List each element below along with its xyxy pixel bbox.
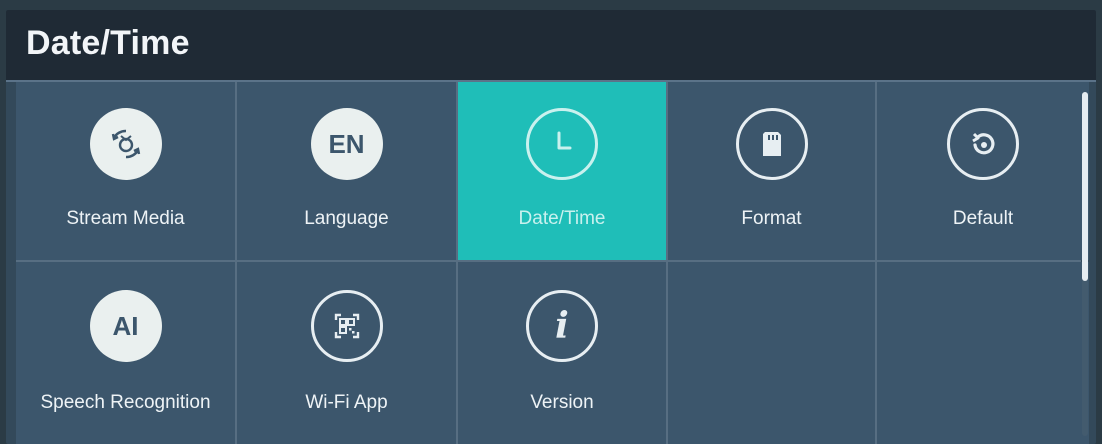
settings-screen: Date/Time Stream Media EN Language Date/… <box>6 10 1096 444</box>
menu-item-label: Wi-Fi App <box>305 392 388 413</box>
info-icon: i <box>526 290 598 362</box>
sd-card-icon <box>735 108 808 180</box>
clock-icon <box>526 108 598 180</box>
menu-item-language[interactable]: EN Language <box>237 82 456 260</box>
settings-grid: Stream Media EN Language Date/Time Forma… <box>16 82 1089 444</box>
menu-item-label: Date/Time <box>518 208 606 229</box>
menu-item-format[interactable]: Format <box>668 82 875 260</box>
menu-item-label: Version <box>530 392 594 413</box>
menu-item-default[interactable]: Default <box>877 82 1089 260</box>
menu-item-wifi-app[interactable]: Wi-Fi App <box>237 262 456 444</box>
menu-item-label: Speech Recognition <box>40 392 211 413</box>
page-title: Date/Time <box>26 24 190 62</box>
scrollbar-thumb[interactable] <box>1082 92 1088 281</box>
empty-tile <box>668 262 875 444</box>
empty-tile <box>877 262 1089 444</box>
menu-item-version[interactable]: i Version <box>458 262 666 444</box>
menu-item-stream-media[interactable]: Stream Media <box>16 82 235 260</box>
menu-item-label: Format <box>741 208 802 229</box>
menu-item-label: Default <box>952 208 1014 229</box>
reset-icon <box>947 108 1019 180</box>
menu-item-speech-recognition[interactable]: AI Speech Recognition <box>16 262 235 444</box>
language-icon: EN <box>310 108 383 180</box>
ai-icon-text: AI <box>112 310 139 341</box>
menu-item-label: Language <box>304 208 389 229</box>
language-icon-text: EN <box>328 128 365 159</box>
title-bar: Date/Time <box>6 10 1096 82</box>
scrollbar-track[interactable] <box>1082 92 1088 436</box>
stream-media-icon <box>89 108 162 180</box>
info-icon-text: i <box>555 305 569 347</box>
qr-code-icon <box>310 290 383 362</box>
menu-item-date-time[interactable]: Date/Time <box>458 82 666 260</box>
ai-icon: AI <box>89 290 162 362</box>
menu-item-label: Stream Media <box>66 208 185 229</box>
